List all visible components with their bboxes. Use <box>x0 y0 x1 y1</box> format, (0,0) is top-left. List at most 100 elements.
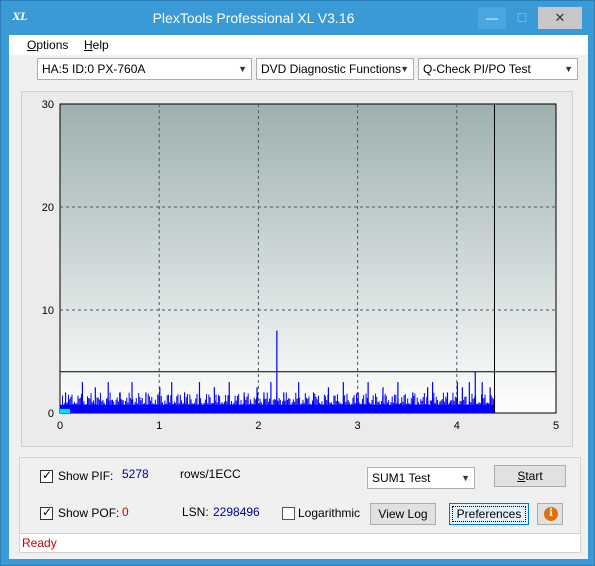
pif-spike <box>397 382 399 413</box>
test-select[interactable]: Q-Check PI/PO Test ▼ <box>418 58 578 80</box>
pif-bar <box>377 402 379 413</box>
pif-bar <box>352 397 354 413</box>
pif-bar <box>177 394 179 413</box>
client-area: Options Help HA:5 ID:0 PX-760A ▼ DVD Dia… <box>9 35 588 559</box>
pif-bar <box>388 400 390 413</box>
pif-bar <box>434 402 436 413</box>
pif-bar <box>402 401 404 413</box>
pif-bar <box>139 397 141 413</box>
pif-bar <box>273 398 275 413</box>
maximize-button[interactable]: ☐ <box>508 7 536 29</box>
pif-bar <box>248 403 250 413</box>
pif-spike <box>357 392 359 413</box>
pif-bar <box>253 397 255 413</box>
pif-bar <box>404 394 406 413</box>
pof-value: 0 <box>122 505 129 519</box>
menu-options[interactable]: Options <box>27 38 68 52</box>
pif-bar <box>267 401 269 413</box>
pif-bar <box>269 398 271 413</box>
pif-bar <box>364 403 366 413</box>
pif-bar <box>173 401 175 413</box>
pif-bar <box>73 401 75 413</box>
pif-bar <box>141 397 143 413</box>
info-icon: i <box>544 507 558 521</box>
test-select-value: Q-Check PI/PO Test <box>423 62 531 76</box>
drive-select[interactable]: HA:5 ID:0 PX-760A ▼ <box>37 58 252 80</box>
pif-bar <box>101 401 103 413</box>
pif-bar <box>310 404 312 413</box>
pif-bar <box>215 394 217 413</box>
preferences-button[interactable]: Preferences <box>449 503 529 525</box>
show-pif-checkbox[interactable]: ✓ <box>40 468 53 483</box>
pif-bar <box>333 395 335 413</box>
pif-bar <box>96 397 98 413</box>
pif-bar <box>279 399 281 413</box>
pif-bar <box>431 400 433 413</box>
pif-bar <box>250 399 252 413</box>
pif-bar <box>239 404 241 413</box>
pif-bar <box>89 398 91 413</box>
pif-bar <box>111 399 113 413</box>
pif-bar <box>121 399 123 413</box>
pif-bar <box>217 394 219 413</box>
pif-bar <box>169 402 171 413</box>
pif-bar <box>84 404 86 413</box>
application-window: XL PlexTools Professional XL V3.16 — ☐ ✕… <box>0 0 595 566</box>
pif-bar <box>91 402 93 413</box>
pif-bar <box>477 403 479 413</box>
minimize-button[interactable]: — <box>478 7 506 29</box>
pif-bar <box>438 404 440 413</box>
view-log-button[interactable]: View Log <box>370 503 436 525</box>
pif-bar <box>448 402 450 413</box>
pif-bar <box>336 394 338 413</box>
pif-bar <box>281 404 283 413</box>
pif-bar <box>386 402 388 413</box>
pif-bar <box>422 397 424 413</box>
pif-bar <box>416 397 418 413</box>
pif-bar <box>326 400 328 413</box>
pif-spike <box>481 382 483 413</box>
pif-bar <box>83 401 85 413</box>
pif-bar <box>284 400 286 413</box>
pif-bar <box>190 399 192 413</box>
pif-bar <box>460 401 462 413</box>
pif-bar <box>102 399 104 413</box>
pif-bar <box>476 403 478 413</box>
pif-bar <box>261 404 263 413</box>
preferences-label: Preferences <box>456 507 522 521</box>
pif-bar <box>286 399 288 413</box>
title-bar[interactable]: XL PlexTools Professional XL V3.16 — ☐ ✕ <box>1 1 594 35</box>
pif-bar <box>209 397 211 413</box>
sum-test-select[interactable]: SUM1 Test ▼ <box>367 467 475 489</box>
logarithmic-checkbox[interactable] <box>282 507 295 520</box>
pif-bar <box>332 404 334 413</box>
pif-bar <box>323 394 325 413</box>
pif-bar <box>296 398 298 413</box>
pif-bar <box>182 403 184 413</box>
pif-bar <box>207 403 209 413</box>
pif-bar <box>114 404 116 413</box>
show-pof-checkbox[interactable]: ✓ <box>40 505 53 520</box>
menu-help[interactable]: Help <box>84 38 109 52</box>
pif-bar <box>135 398 137 413</box>
pif-spike <box>81 382 84 413</box>
drive-select-value: HA:5 ID:0 PX-760A <box>42 62 146 76</box>
pif-bar <box>485 403 487 413</box>
pif-bar <box>373 404 375 413</box>
pif-bar <box>160 396 162 413</box>
pif-bar <box>433 392 435 413</box>
pif-bar <box>245 399 247 413</box>
start-button[interactable]: Start <box>494 465 566 487</box>
pif-bar <box>453 400 455 413</box>
pif-bar <box>125 400 127 413</box>
pif-bar <box>247 393 249 413</box>
function-select[interactable]: DVD Diagnostic Functions ▼ <box>256 58 414 80</box>
pif-spike <box>145 392 147 413</box>
pif-bar <box>316 399 318 413</box>
pif-bar <box>389 404 391 413</box>
info-button[interactable]: i <box>537 503 563 525</box>
pif-bar <box>307 398 309 413</box>
close-button[interactable]: ✕ <box>538 7 582 29</box>
pif-bar <box>315 396 317 413</box>
pif-bar <box>452 392 454 413</box>
